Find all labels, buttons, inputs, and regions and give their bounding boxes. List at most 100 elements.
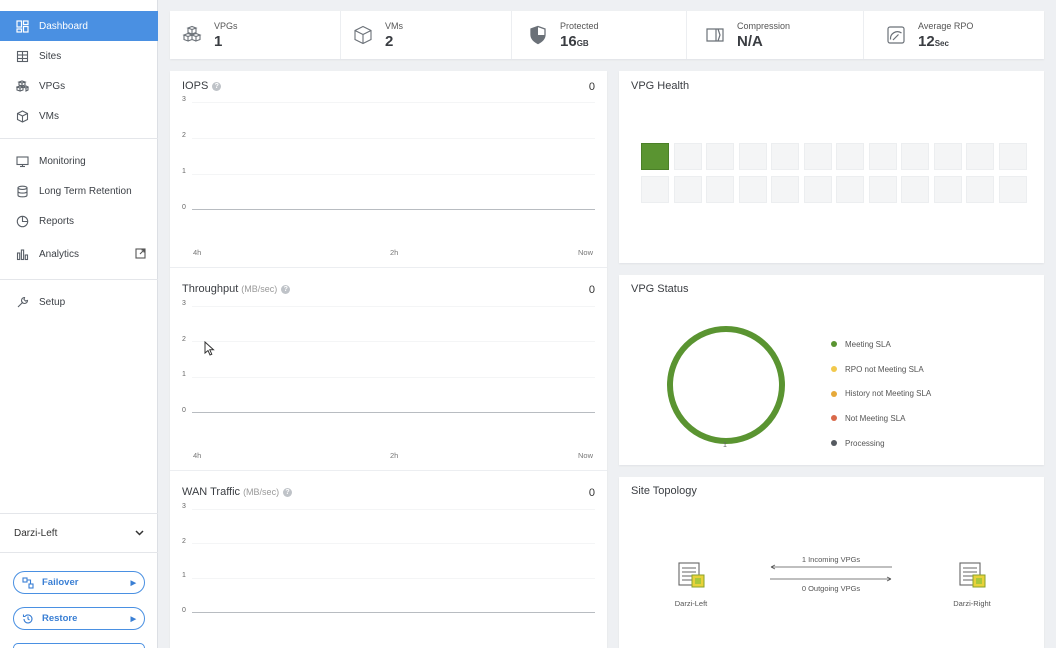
failover-button[interactable]: Failover ▶ — [13, 571, 145, 594]
sidebar-item-vms[interactable]: VMs — [0, 101, 158, 131]
status-dot — [831, 366, 837, 373]
incoming-vpgs-label: 1 Incoming VPGs — [801, 555, 861, 564]
stat-value: 1 — [214, 32, 223, 50]
chevron-down-icon — [135, 528, 144, 539]
incoming-arrow — [770, 564, 892, 570]
vpg-health-cell-empty — [933, 176, 962, 203]
y-tick: 3 — [182, 96, 186, 103]
help-icon[interactable]: ? — [281, 284, 291, 294]
x-tick: 2h — [390, 248, 399, 257]
sidebar-item-long-term-retention[interactable]: Long Term Retention — [0, 176, 158, 206]
y-tick: 0 — [182, 407, 186, 414]
vpg-status-panel: VPG Status 1 Meeting SLA RPO not Meeting… — [619, 275, 1044, 465]
status-dot — [831, 390, 837, 397]
stat-vpgs: VPGs 1 — [170, 11, 341, 59]
stat-label: Compression — [737, 20, 791, 31]
monitor-icon — [16, 155, 29, 168]
sidebar-item-label: Long Term Retention — [39, 185, 132, 197]
sidebar-item-label: VPGs — [39, 80, 66, 92]
wan-traffic-title: WAN Traffic (MB/sec)? — [182, 486, 293, 498]
sidebar-item-reports[interactable]: Reports — [0, 206, 158, 236]
restore-button[interactable]: Restore ▶ — [13, 607, 145, 630]
vpg-health-cell-empty — [998, 176, 1027, 203]
vpg-health-cell-empty — [933, 143, 962, 170]
legend-item-history-not-meeting-sla: History not Meeting SLA — [831, 381, 931, 406]
gridline — [192, 341, 595, 342]
stat-compression: Compression N/A — [687, 11, 864, 59]
sidebar-item-sites[interactable]: Sites — [0, 41, 158, 71]
database-icon — [16, 185, 29, 198]
help-icon[interactable]: ? — [212, 81, 222, 91]
sidebar-item-label: Monitoring — [39, 155, 86, 167]
stat-label: VMs — [385, 20, 403, 31]
y-tick: 3 — [182, 503, 186, 510]
vpg-health-cell-empty — [901, 143, 929, 170]
stat-vms: VMs 2 — [341, 11, 512, 59]
more-action-button[interactable] — [13, 643, 145, 648]
y-tick: 2 — [182, 132, 186, 139]
y-tick: 1 — [182, 371, 186, 378]
x-tick: 4h — [193, 451, 202, 460]
zero-baseline — [192, 412, 595, 413]
vpg-health-cell-healthy[interactable] — [641, 143, 669, 170]
restore-label: Restore — [42, 613, 78, 624]
site-selector[interactable]: Darzi-Left — [0, 513, 158, 553]
vpg-health-cell-empty — [738, 143, 767, 170]
vpg-health-cell-empty — [771, 176, 799, 203]
legend-item-rpo-not-meeting-sla: RPO not Meeting SLA — [831, 357, 931, 382]
failover-icon — [22, 576, 34, 589]
nav-divider — [0, 279, 158, 280]
vpg-stack-icon — [182, 25, 202, 45]
shield-icon — [528, 25, 548, 45]
stat-label: VPGs — [214, 20, 238, 31]
site-node-left[interactable]: Darzi-Left — [671, 561, 711, 608]
stat-value: N/A — [737, 32, 763, 50]
stat-protected: Protected 16GB — [512, 11, 687, 59]
zero-baseline — [192, 612, 595, 613]
sidebar-item-analytics[interactable]: Analytics — [0, 236, 158, 272]
vpg-health-cell-empty — [803, 143, 832, 170]
x-tick: Now — [578, 451, 594, 460]
vpg-health-cell-empty — [868, 176, 897, 203]
gridline — [192, 543, 595, 544]
throughput-current-value: 0 — [588, 284, 595, 296]
vpg-health-cell-empty — [836, 176, 864, 203]
gauge-icon — [886, 25, 906, 45]
nav-divider — [0, 138, 158, 139]
vpg-health-cell-empty — [706, 176, 734, 203]
external-link-icon[interactable] — [135, 248, 146, 259]
sidebar: Dashboard Sites VPGs VMs Monitoring Long… — [0, 0, 158, 648]
gridline — [192, 377, 595, 378]
iops-current-value: 0 — [588, 81, 595, 93]
vpg-health-title: VPG Health — [631, 80, 690, 92]
wan-traffic-current-value: 0 — [588, 487, 595, 499]
donut-ring-meeting-sla[interactable] — [667, 326, 785, 444]
sidebar-item-monitoring[interactable]: Monitoring — [0, 146, 158, 176]
stat-label: Protected — [560, 20, 599, 31]
vpg-health-cell-empty — [966, 176, 994, 203]
help-icon[interactable]: ? — [283, 487, 293, 497]
cube-icon — [353, 25, 373, 45]
vpg-health-panel: VPG Health — [619, 71, 1044, 263]
sidebar-item-vpgs[interactable]: VPGs — [0, 71, 158, 101]
zero-baseline — [192, 209, 595, 210]
play-icon: ▶ — [130, 579, 136, 587]
sites-icon — [16, 50, 29, 63]
mouse-cursor-icon — [204, 341, 215, 356]
throughput-title: Throughput (MB/sec)? — [182, 283, 291, 295]
sidebar-item-label: Analytics — [39, 248, 80, 260]
play-icon: ▶ — [130, 615, 136, 623]
dashboard-icon — [16, 19, 29, 33]
sidebar-item-dashboard[interactable]: Dashboard — [0, 11, 158, 41]
x-tick: 2h — [390, 451, 399, 460]
bar-chart-icon — [16, 248, 29, 261]
gridline — [192, 174, 595, 175]
site-node-right[interactable]: Darzi-Right — [952, 561, 992, 608]
vpg-health-cell-empty — [706, 143, 734, 170]
site-topology-panel: Site Topology Darzi-Left 1 Incoming VPGs… — [619, 477, 1044, 648]
y-tick: 1 — [182, 572, 186, 579]
sidebar-item-label: Sites — [39, 50, 62, 62]
sidebar-item-setup[interactable]: Setup — [0, 287, 158, 317]
wan-traffic-chart: WAN Traffic (MB/sec)? 0 3 2 1 0 — [170, 472, 607, 648]
pie-chart-icon — [16, 215, 29, 228]
